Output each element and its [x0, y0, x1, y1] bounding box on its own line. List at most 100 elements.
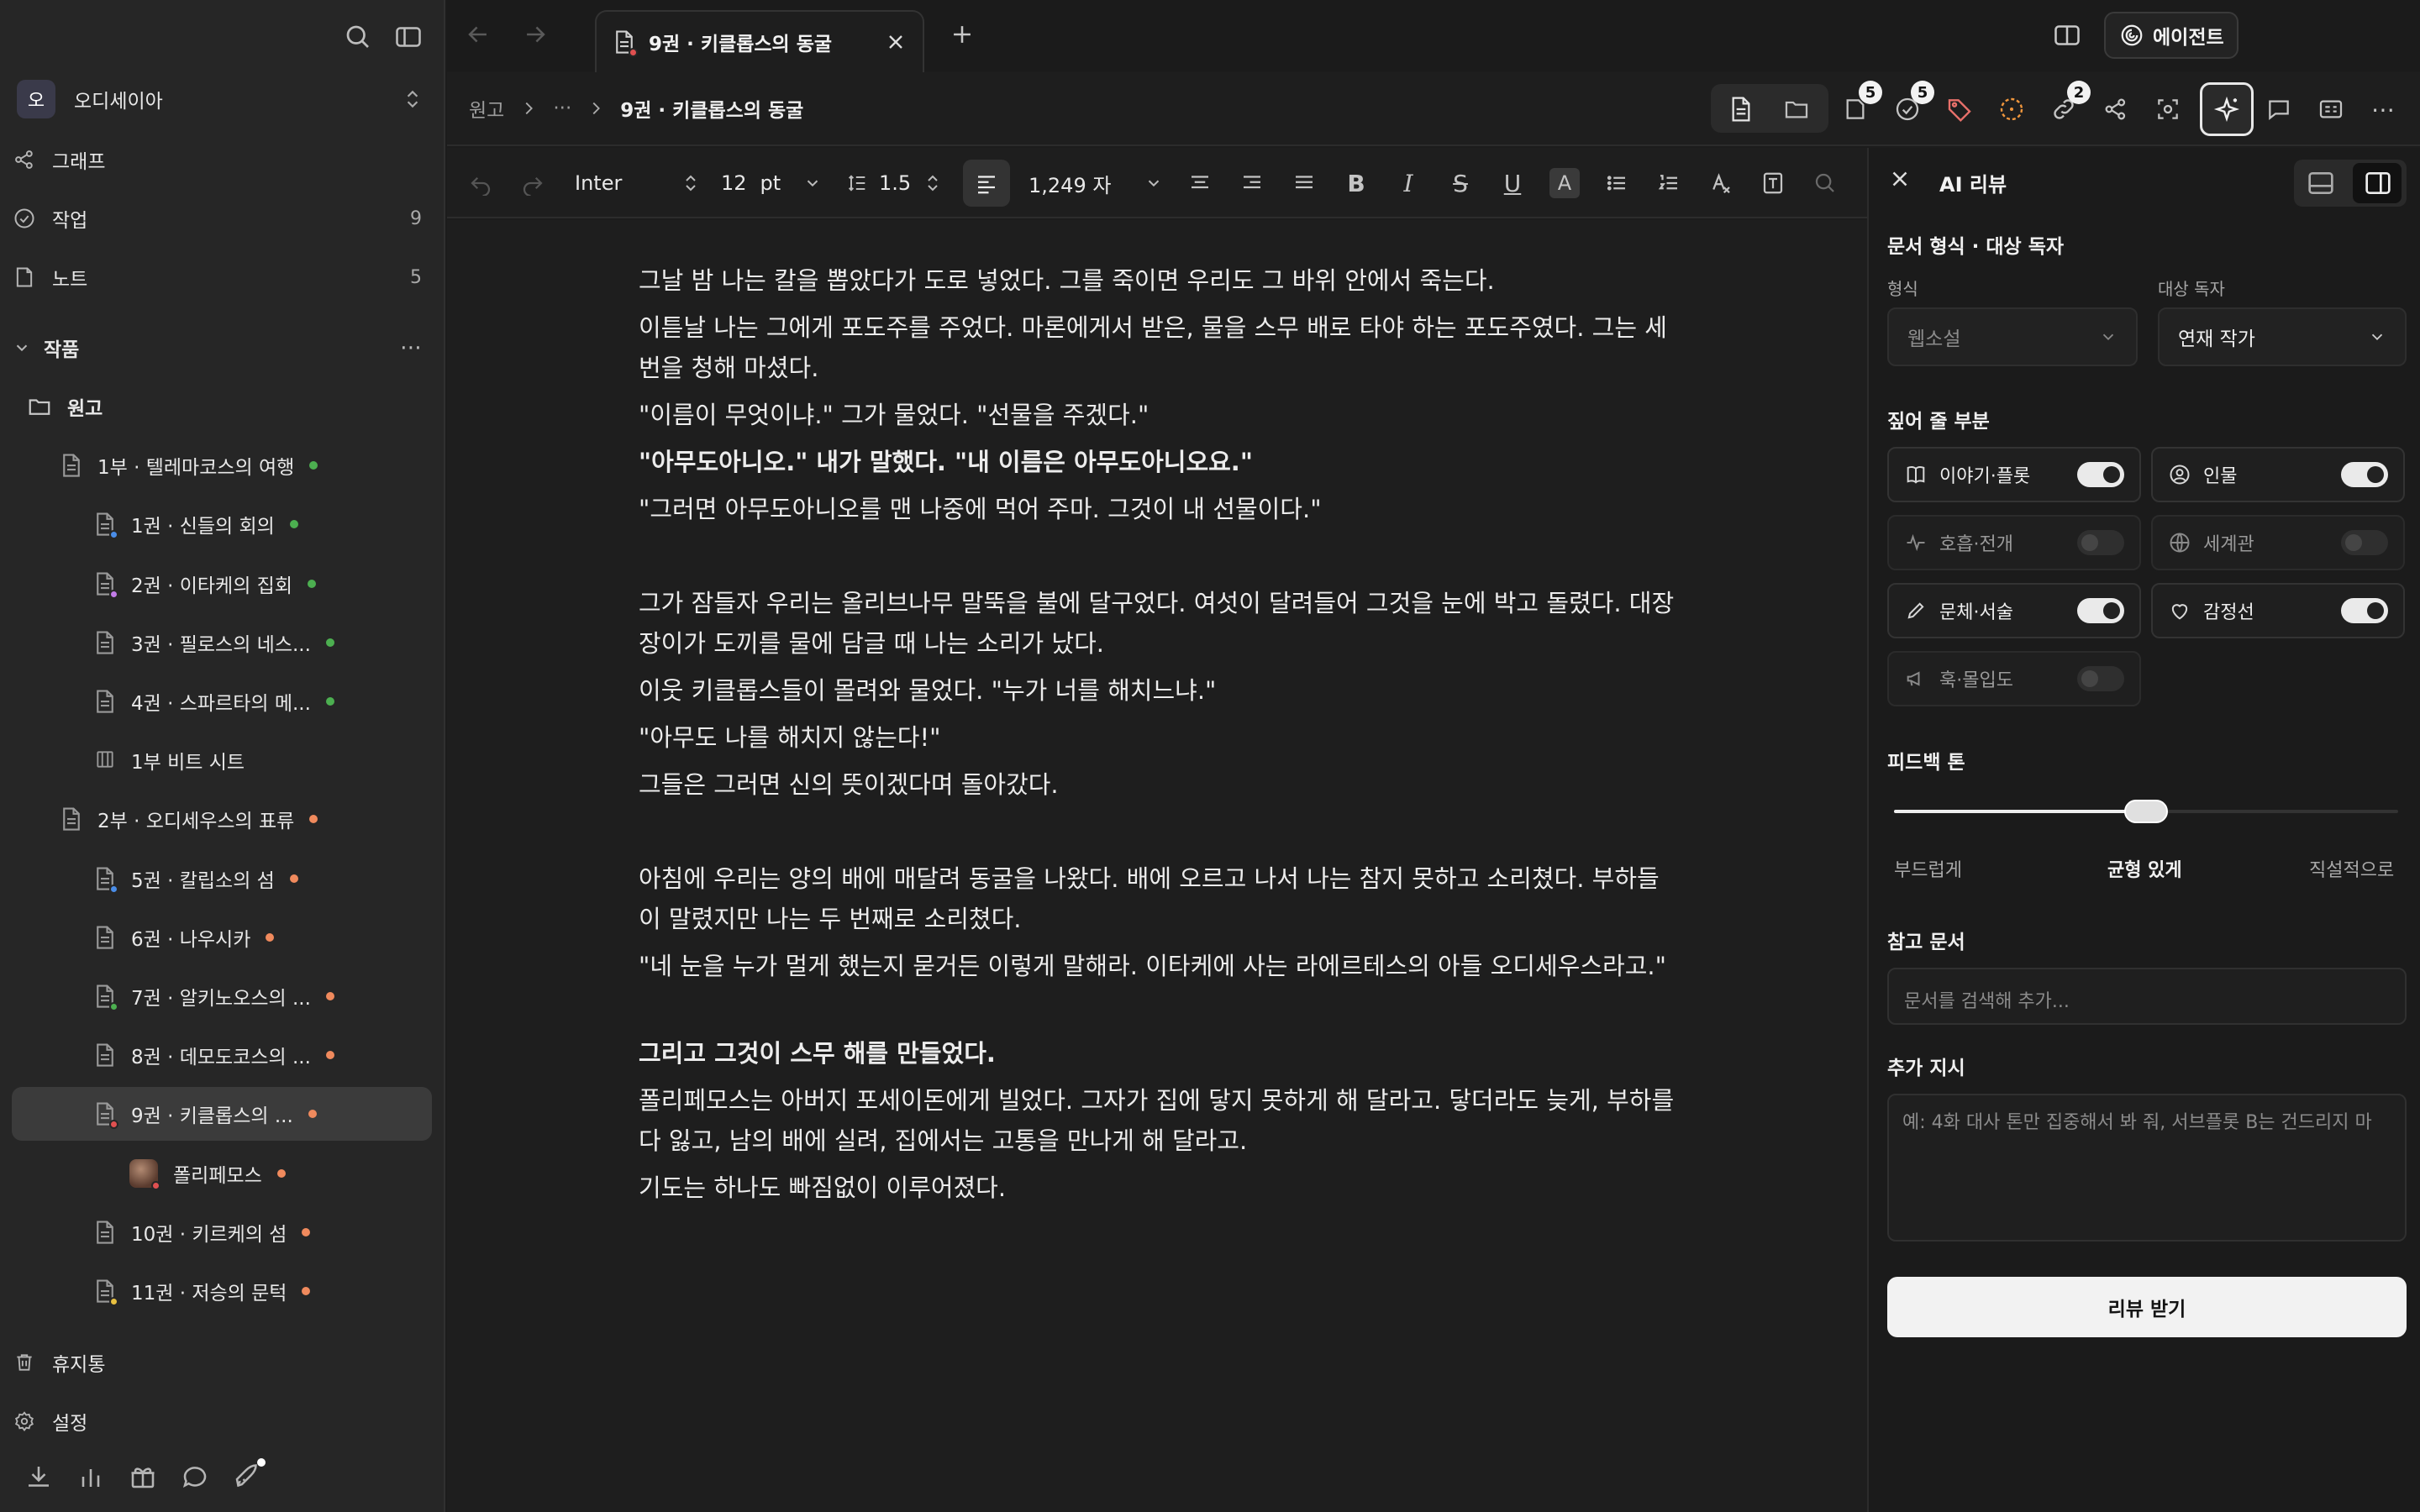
rocket-icon[interactable]	[232, 1458, 266, 1492]
paragraph[interactable]: 이튿날 나는 그에게 포도주를 주었다. 마론에게서 받은, 물을 스무 배로 …	[639, 307, 1681, 388]
paragraph[interactable]: "그러면 아무도아니오를 맨 나중에 먹어 주마. 그것이 내 선물이다."	[639, 489, 1681, 529]
tree-item[interactable]: 8권 · 데모도코스의 ...	[12, 1028, 432, 1082]
tree-item[interactable]: 원고	[12, 380, 432, 433]
clear-format-icon[interactable]	[1704, 166, 1738, 200]
focus-chip[interactable]: 문체·서술	[1887, 583, 2141, 638]
sidebar-toggle-icon[interactable]	[393, 22, 424, 52]
paragraph[interactable]: 그가 잠들자 우리는 올리브나무 말뚝을 불에 달구었다. 여섯이 달려들어 그…	[639, 583, 1681, 664]
tree-item[interactable]: 1권 · 신들의 회의	[12, 497, 432, 551]
paragraph[interactable]: 그들은 그러면 신의 뜻이겠다며 돌아갔다.	[639, 764, 1681, 805]
tree-item[interactable]: 6권 · 나우시카	[12, 911, 432, 964]
agent-button[interactable]: 에이전트	[2104, 12, 2238, 59]
tree-item[interactable]: 2권 · 이타케의 집회	[12, 557, 432, 611]
forward-arrow-icon[interactable]	[521, 20, 550, 49]
tree-item[interactable]: 4권 · 스파르타의 메...	[12, 675, 432, 728]
focus-toggle[interactable]	[2077, 462, 2124, 487]
card-icon[interactable]	[2314, 92, 2348, 126]
bullet-list-icon[interactable]	[1600, 166, 1634, 200]
book-format-icon[interactable]	[1756, 166, 1790, 200]
paragraph[interactable]: 그날 밤 나는 칼을 뽑았다가 도로 넣었다. 그를 죽이면 우리도 그 바위 …	[639, 260, 1681, 301]
word-count-select[interactable]: 1,249 자	[1028, 165, 1163, 202]
breadcrumb-ellipsis[interactable]: ···	[553, 97, 571, 119]
new-tab-icon[interactable]	[948, 20, 976, 49]
editor[interactable]: 그날 밤 나는 칼을 뽑았다가 도로 넣었다. 그를 죽이면 우리도 그 바위 …	[447, 220, 1867, 1512]
tree-item[interactable]: 1부 · 텔레마코스의 여행	[12, 438, 432, 492]
more-icon[interactable]: ⋯	[2366, 92, 2400, 126]
focus-toggle[interactable]	[2077, 666, 2124, 691]
gift-icon[interactable]	[128, 1462, 158, 1492]
tree-item[interactable]: 폴리페모스	[12, 1147, 432, 1200]
numbered-list-icon[interactable]	[1652, 166, 1686, 200]
focus-toggle[interactable]	[2077, 598, 2124, 623]
focus-toggle[interactable]	[2341, 462, 2388, 487]
tag-icon[interactable]	[1943, 92, 1976, 126]
focus-toggle[interactable]	[2341, 598, 2388, 623]
layout-bottom-icon[interactable]	[2304, 166, 2338, 200]
chat-icon[interactable]	[180, 1462, 210, 1492]
close-icon[interactable]	[884, 30, 908, 54]
breadcrumb-root[interactable]: 원고	[469, 94, 504, 123]
nav-tasks[interactable]: 작업 9	[12, 192, 432, 245]
document-view-icon[interactable]	[1724, 92, 1758, 126]
stats-icon[interactable]	[76, 1462, 106, 1492]
section-works-header[interactable]: 작품 ⋯	[12, 321, 432, 375]
focus-toggle[interactable]	[2077, 530, 2124, 555]
focus-chip[interactable]: 인물	[2151, 447, 2405, 502]
focus-chip[interactable]: 훅·몰입도	[1887, 651, 2141, 706]
tree-item[interactable]: 10권 · 키르케의 섬	[12, 1205, 432, 1259]
close-icon[interactable]	[1887, 166, 1912, 192]
paragraph[interactable]: 아침에 우리는 양의 배에 매달려 동굴을 나왔다. 배에 오르고 나서 나는 …	[639, 858, 1681, 939]
search-icon[interactable]	[343, 22, 373, 52]
comment-icon[interactable]	[2262, 92, 2296, 126]
paragraph[interactable]: "네 눈을 누가 멀게 했는지 묻거든 이렇게 말해라. 이타케에 사는 라에르…	[639, 946, 1681, 986]
paragraph[interactable]: 기도는 하나도 빠짐없이 이루어졌다.	[639, 1168, 1681, 1208]
align-center-icon[interactable]	[1183, 166, 1217, 200]
undo-icon[interactable]	[464, 166, 497, 200]
focus-toggle[interactable]	[2341, 530, 2388, 555]
submit-review-button[interactable]: 리뷰 받기	[1887, 1277, 2407, 1337]
paragraph[interactable]: 폴리페모스는 아버지 포세이돈에게 빌었다. 그자가 집에 닿지 못하게 해 달…	[639, 1080, 1681, 1161]
reference-search-input[interactable]: 문서를 검색해 추가...	[1887, 968, 2407, 1025]
text-color-icon[interactable]: A	[1549, 168, 1580, 198]
nav-settings[interactable]: 설정	[12, 1394, 432, 1448]
paragraph[interactable]: "아무도아니오." 내가 말했다. "내 이름은 아무도아니오요."	[639, 442, 1681, 482]
tree-item[interactable]: 2부 · 오디세우스의 표류	[12, 792, 432, 846]
audience-select[interactable]: 연재 작가	[2158, 307, 2407, 366]
tree-item[interactable]: 7권 · 알키노오스의 ...	[12, 969, 432, 1023]
tone-slider-thumb[interactable]	[2124, 800, 2168, 823]
back-arrow-icon[interactable]	[464, 20, 492, 49]
focus-chip[interactable]: 호흡·전개	[1887, 515, 2141, 570]
search-icon[interactable]	[1808, 166, 1842, 200]
bold-icon[interactable]: B	[1339, 166, 1373, 200]
tone-slider-track[interactable]	[1894, 800, 2398, 823]
align-justify-icon[interactable]	[1287, 166, 1321, 200]
paragraph[interactable]: 이웃 키클롭스들이 몰려와 물었다. "누가 너를 해치느냐."	[639, 670, 1681, 711]
more-icon[interactable]: ⋯	[400, 335, 424, 360]
focus-chip[interactable]: 세계관	[2151, 515, 2405, 570]
tree-item[interactable]: 1부 비트 시트	[12, 733, 432, 787]
format-select[interactable]: 웹소설	[1887, 307, 2138, 366]
strikethrough-icon[interactable]: S	[1444, 166, 1477, 200]
nav-notes[interactable]: 노트 5	[12, 250, 432, 304]
font-family-select[interactable]: Inter	[575, 165, 701, 202]
align-right-icon[interactable]	[1235, 166, 1269, 200]
font-size-select[interactable]: 12 pt	[721, 165, 822, 202]
italic-icon[interactable]: I	[1392, 166, 1425, 200]
tree-item[interactable]: 11권 · 저승의 문턱	[12, 1264, 432, 1318]
paragraph[interactable]: "아무도 나를 해치지 않는다!"	[639, 717, 1681, 758]
download-icon[interactable]	[24, 1462, 54, 1492]
nav-graph[interactable]: 그래프	[12, 133, 432, 186]
focus-icon[interactable]	[2151, 92, 2185, 126]
graph-icon[interactable]	[2099, 92, 2133, 126]
split-view-icon[interactable]	[2052, 20, 2082, 50]
paragraph[interactable]: "이름이 무엇이냐." 그가 물었다. "선물을 주겠다."	[639, 395, 1681, 435]
folder-view-icon[interactable]	[1780, 92, 1813, 126]
tree-item[interactable]: 5권 · 칼립소의 섬	[12, 852, 432, 906]
workspace-switcher[interactable]: 오 오디세이아	[12, 72, 432, 126]
paragraph[interactable]: 그리고 그것이 스무 해를 만들었다.	[639, 1033, 1681, 1074]
status-circle-icon[interactable]	[1995, 92, 2028, 126]
focus-chip[interactable]: 이야기·플롯	[1887, 447, 2141, 502]
tree-item[interactable]: 3권 · 필로스의 네스...	[12, 616, 432, 669]
redo-icon[interactable]	[516, 166, 550, 200]
tree-item[interactable]: 9권 · 키클롭스의 ...	[12, 1087, 432, 1142]
